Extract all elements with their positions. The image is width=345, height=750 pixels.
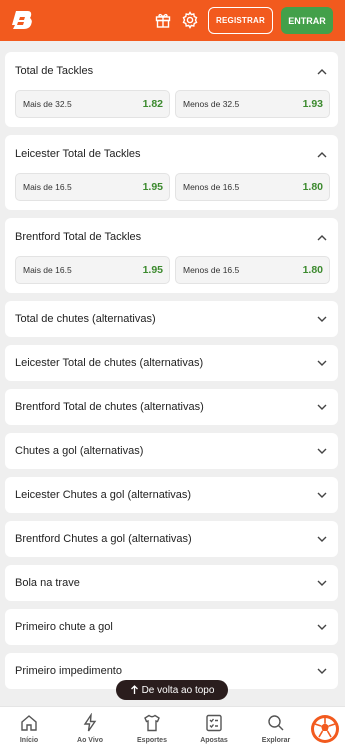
chevron-down-icon[interactable] [316, 577, 328, 589]
market-title[interactable]: Primeiro chute a gol [15, 621, 113, 633]
odds-label: Mais de 16.5 [23, 265, 72, 275]
odds-value: 1.82 [142, 98, 163, 110]
nav-label: Esportes [137, 737, 167, 744]
chevron-down-icon[interactable] [316, 445, 328, 457]
chevron-down-icon[interactable] [316, 357, 328, 369]
market-card: Total de chutes (alternativas) [5, 301, 338, 337]
odds-button[interactable]: Menos de 32.5 1.93 [175, 90, 330, 118]
soccer-ball-icon[interactable] [310, 714, 340, 744]
settings-gear-icon[interactable] [180, 10, 200, 30]
market-card: Total de Tackles Mais de 32.5 1.82 Menos de… [5, 52, 338, 127]
nav-item-apostas[interactable]: Apostas [189, 713, 239, 744]
odds-value: 1.95 [142, 264, 163, 276]
market-title[interactable]: Primeiro impedimento [15, 665, 122, 677]
odds-button[interactable]: Mais de 16.5 1.95 [15, 173, 170, 201]
odds-label: Menos de 16.5 [183, 265, 240, 275]
market-card: Primeiro chute a gol [5, 609, 338, 645]
bottom-navigation: Início Ao Vivo Esportes Apostas Explorar [0, 706, 345, 750]
chevron-down-icon[interactable] [316, 621, 328, 633]
market-title[interactable]: Total de chutes (alternativas) [15, 313, 156, 325]
brand-logo-icon[interactable] [11, 8, 35, 32]
betslip-icon [206, 714, 222, 732]
nav-label: Início [19, 737, 39, 744]
market-card: Leicester Total de Tackles Mais de 16.5 1.… [5, 135, 338, 210]
market-title[interactable]: Leicester Total de chutes (alternativas) [15, 357, 203, 369]
chevron-down-icon[interactable] [316, 489, 328, 501]
chevron-down-icon[interactable] [316, 313, 328, 325]
chevron-up-icon[interactable] [316, 149, 328, 161]
nav-item-explorar[interactable]: Explorar [251, 713, 301, 744]
market-title[interactable]: Chutes a gol (alternativas) [15, 445, 143, 457]
nav-item-esportes[interactable]: Esportes [127, 713, 177, 744]
home-icon [21, 715, 37, 731]
back-to-top-button[interactable]: De volta ao topo [116, 680, 228, 700]
arrow-up-icon [130, 685, 138, 694]
market-title[interactable]: Leicester Chutes a gol (alternativas) [15, 489, 191, 501]
odds-value: 1.80 [302, 181, 323, 193]
odds-button[interactable]: Menos de 16.5 1.80 [175, 256, 330, 284]
odds-button[interactable]: Mais de 16.5 1.95 [15, 256, 170, 284]
chevron-up-icon[interactable] [316, 66, 328, 78]
register-button[interactable]: REGISTRAR [208, 7, 273, 34]
top-header: REGISTRAR ENTRAR [0, 0, 345, 41]
market-title[interactable]: Brentford Total de Tackles [15, 231, 141, 243]
market-card: Brentford Total de Tackles Mais de 16.5 1.… [5, 218, 338, 293]
odds-button[interactable]: Mais de 32.5 1.82 [15, 90, 170, 118]
nav-label: Ao Vivo [77, 737, 103, 744]
chevron-down-icon[interactable] [316, 401, 328, 413]
nav-item-inicio[interactable]: Início [4, 713, 54, 744]
market-title[interactable]: Total de Tackles [15, 65, 93, 77]
market-card: Leicester Total de chutes (alternativas) [5, 345, 338, 381]
market-title[interactable]: Bola na trave [15, 577, 80, 589]
chevron-down-icon[interactable] [316, 665, 328, 677]
shirt-icon [144, 714, 160, 732]
market-list: Total de Tackles Mais de 32.5 1.82 Menos de… [5, 52, 338, 697]
nav-label: Apostas [200, 737, 228, 744]
market-title[interactable]: Leicester Total de Tackles [15, 148, 141, 160]
odds-value: 1.80 [302, 264, 323, 276]
nav-item-ao-vivo[interactable]: Ao Vivo [65, 713, 115, 744]
odds-value: 1.93 [302, 98, 323, 110]
market-title[interactable]: Brentford Total de chutes (alternativas) [15, 401, 204, 413]
odds-label: Mais de 32.5 [23, 99, 72, 109]
odds-value: 1.95 [142, 181, 163, 193]
gift-icon[interactable] [153, 10, 173, 30]
search-icon [268, 715, 284, 731]
nav-label: Explorar [261, 737, 291, 744]
chevron-up-icon[interactable] [316, 232, 328, 244]
market-card: Leicester Chutes a gol (alternativas) [5, 477, 338, 513]
market-title[interactable]: Brentford Chutes a gol (alternativas) [15, 533, 192, 545]
login-button[interactable]: ENTRAR [281, 7, 333, 34]
odds-label: Mais de 16.5 [23, 182, 72, 192]
odds-button[interactable]: Menos de 16.5 1.80 [175, 173, 330, 201]
odds-label: Menos de 16.5 [183, 182, 240, 192]
market-card: Brentford Total de chutes (alternativas) [5, 389, 338, 425]
lightning-icon [83, 713, 97, 732]
chevron-down-icon[interactable] [316, 533, 328, 545]
market-card: Brentford Chutes a gol (alternativas) [5, 521, 338, 557]
market-card: Chutes a gol (alternativas) [5, 433, 338, 469]
market-card: Bola na trave [5, 565, 338, 601]
odds-label: Menos de 32.5 [183, 99, 240, 109]
back-to-top-label: De volta ao topo [141, 684, 215, 696]
